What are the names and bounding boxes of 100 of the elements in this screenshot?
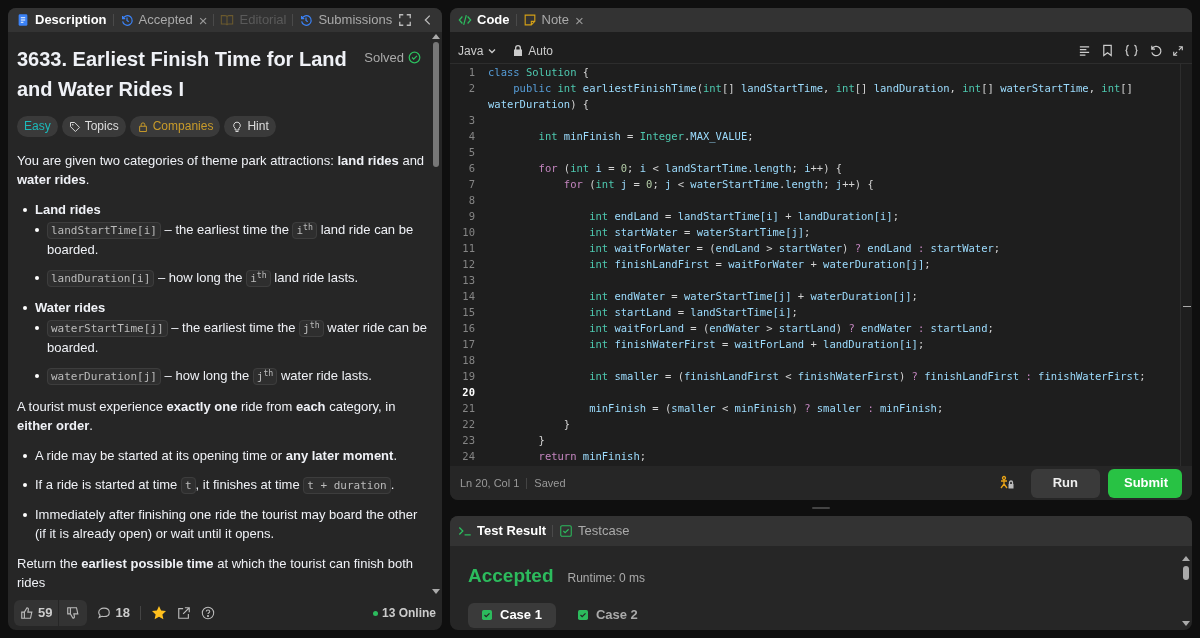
debugger-locked-icon[interactable]: [998, 475, 1015, 491]
line-number: 12: [461, 257, 476, 272]
inline-code: j$^{th}$: [299, 320, 324, 337]
code-line: return minFinish;: [537, 449, 647, 464]
line-number: 1: [467, 65, 476, 80]
bullet-icon: [35, 374, 39, 378]
scroll-up-icon[interactable]: [432, 34, 440, 39]
tag-button[interactable]: Topics: [61, 116, 126, 137]
line-number: 21: [461, 401, 476, 416]
code-line: for (int j = 0; j < waterStartTime.length; j++) {: [562, 177, 874, 192]
code-line: int waitForWater = (endLand > startWater) ? endLand : startWater;: [588, 241, 1001, 256]
run-button[interactable]: Run: [1030, 468, 1100, 498]
bullet-icon: [35, 228, 39, 232]
description-text: Immediately after finishing one ride the tourist may board the other (if it is already open) or wait until it opens.: [35, 506, 419, 543]
inline-code: t + duration: [303, 477, 391, 494]
tab[interactable]: Note: [541, 10, 569, 30]
mode-label[interactable]: Auto: [528, 41, 554, 60]
scrollbar-thumb[interactable]: [1183, 566, 1189, 580]
save-status: Saved: [534, 475, 566, 491]
document-icon: [16, 13, 30, 27]
tag-button[interactable]: Companies: [129, 116, 221, 137]
code-line: int finishWaterFirst = waitForLand + landDuration[i];: [588, 337, 925, 352]
code-line: }: [537, 433, 545, 448]
language-select[interactable]: Java: [458, 41, 498, 60]
line-number: 4: [467, 129, 476, 144]
star-icon[interactable]: [150, 605, 167, 621]
description-text: waterDuration[j] – how long the j$^{th}$ water ride lasts.: [47, 366, 427, 386]
test-case-tab[interactable]: Case 2: [563, 602, 652, 628]
fullscreen-icon[interactable]: [398, 13, 412, 27]
scrollbar-thumb[interactable]: [433, 42, 439, 167]
line-number: 19: [461, 369, 476, 384]
tag-button[interactable]: Hint: [224, 116, 276, 137]
bullet-icon: [23, 454, 27, 458]
description-text: A tourist must experience exactly one ride from each category, in either order.: [17, 398, 397, 435]
line-number: 17: [461, 337, 476, 352]
code-line: int endWater = waterStartTime[j] + waterDuration[j];: [588, 289, 918, 304]
line-number: 3: [467, 113, 476, 128]
difficulty-label: Easy: [17, 116, 58, 137]
history-icon: [299, 13, 314, 27]
braces-icon[interactable]: [1124, 44, 1139, 57]
line-number: 11: [461, 241, 476, 256]
line-number: 16: [461, 321, 476, 336]
tab[interactable]: Code: [477, 10, 510, 30]
description-text: If a ride is started at time t , it finishes at time t + duration .: [35, 476, 396, 495]
history-icon: [119, 13, 134, 27]
lightbulb-icon: [231, 120, 244, 133]
scroll-down-icon[interactable]: [1182, 621, 1190, 626]
line-number: 13: [461, 273, 476, 288]
description-text: Land rides: [35, 201, 102, 219]
tab[interactable]: Submissions: [318, 10, 393, 30]
line-number: 20: [461, 385, 476, 400]
book-icon: [220, 13, 235, 27]
line-number: 14: [461, 289, 476, 304]
inline-code: j$^{th}$: [252, 368, 278, 385]
tag-icon: [68, 120, 81, 133]
bookmark-icon[interactable]: [1101, 44, 1114, 57]
scroll-up-icon[interactable]: [1182, 556, 1190, 561]
comment-icon: [97, 606, 112, 620]
code-line: waterDuration) {: [488, 97, 590, 112]
code-line: }: [562, 417, 571, 432]
help-icon[interactable]: [200, 606, 215, 620]
share-icon[interactable]: [176, 606, 191, 620]
bullet-icon: [23, 208, 27, 212]
scroll-down-icon[interactable]: [432, 589, 440, 594]
test-case-tab[interactable]: Case 1: [468, 602, 556, 628]
code-line: int finishLandFirst = waitForWater + waterDuration[j];: [588, 257, 931, 272]
close-icon[interactable]: ×: [574, 12, 584, 28]
lock-icon: [513, 45, 524, 56]
verdict-text: Accepted: [468, 564, 554, 588]
code-line: int waitForLand = (endWater > startLand) ? endWater : startLand;: [588, 321, 994, 336]
close-icon[interactable]: ×: [198, 12, 208, 28]
problem-title: 3633. Earliest Finish Time for Land and Water Rides I: [17, 47, 347, 102]
tab[interactable]: Testcase: [578, 521, 630, 541]
code-line: int minFinish = Integer.MAX_VALUE;: [537, 129, 754, 144]
tab[interactable]: Test Result: [477, 521, 547, 541]
tab[interactable]: Accepted: [138, 10, 193, 30]
thumbs-down-icon[interactable]: [66, 606, 81, 620]
terminal-icon: [458, 524, 472, 538]
code-line: int smaller = (finishLandFirst < finishWaterFirst) ? finishLandFirst : finishWaterFirst;: [588, 369, 1146, 384]
line-number: 24: [461, 449, 476, 464]
code-line: minFinish = (smaller < minFinish) ? smaller : minFinish;: [588, 401, 944, 416]
line-number: 5: [467, 145, 476, 160]
code-line: int startWater = waterStartTime[j];: [588, 225, 811, 240]
like-button[interactable]: 59: [14, 600, 60, 626]
comments-button[interactable]: 18: [97, 603, 130, 623]
code-line: int endLand = landStartTime[i] + landDuration[i];: [588, 209, 899, 224]
description-text: You are given two categories of theme park attractions: land rides and water rides.: [17, 152, 426, 189]
tab[interactable]: Description: [35, 10, 107, 30]
inline-code: landDuration[i]: [47, 270, 155, 287]
undo-icon[interactable]: [1149, 44, 1162, 57]
inline-code: t: [180, 477, 196, 494]
description-text: A ride may be started at its opening time or any later moment.: [35, 447, 399, 465]
line-number: 7: [467, 177, 476, 192]
lock-icon: [136, 120, 149, 133]
format-icon[interactable]: [1078, 44, 1091, 57]
inline-code: landStartTime[i]: [47, 222, 161, 239]
code-line: for (int i = 0; i < landStartTime.length; i++) {: [537, 161, 843, 176]
bullet-icon: [35, 276, 39, 280]
expand-icon[interactable]: [1172, 44, 1184, 57]
line-number: 10: [461, 225, 476, 240]
